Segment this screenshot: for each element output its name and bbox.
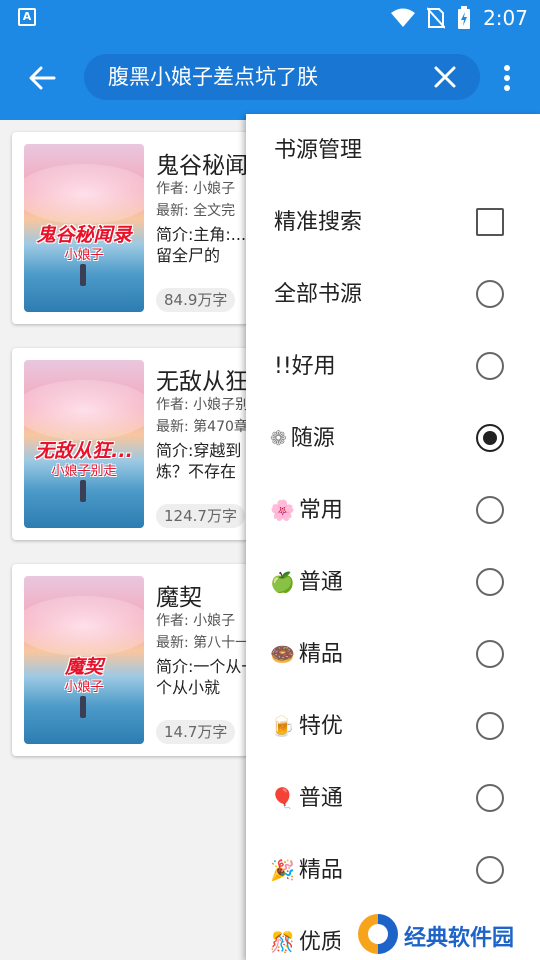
menu-item-label: 🍩 精品 (270, 642, 343, 667)
menu-item-label: 全部书源 (274, 282, 363, 307)
blossom-icon: 🌸 (270, 498, 295, 522)
radio-button[interactable] (476, 280, 504, 308)
site-watermark: 经典软件园 (340, 910, 540, 960)
menu-item-group-putong[interactable]: 🍏 普通 (246, 546, 540, 618)
word-count-badge: 124.7万字 (156, 504, 245, 528)
status-bar: A 2:07 (0, 0, 540, 36)
watermark-logo-icon (358, 914, 398, 954)
menu-item-group-haoyong[interactable]: !!好用 (246, 330, 540, 402)
confetti-ball-icon: 🎊 (270, 930, 295, 954)
menu-item-label: 🌸 常用 (270, 498, 343, 523)
book-author: 作者: 小娘子别 (156, 397, 250, 413)
no-sim-icon (427, 7, 446, 29)
overflow-menu: 书源管理 精准搜索 全部书源 !!好用 ❁ 随源 🌸 常用 🍏 普通 🍩 精品 🍺 特优 … (246, 114, 540, 960)
menu-item-group-suiyuan[interactable]: ❁ 随源 (246, 402, 540, 474)
more-vert-icon (504, 65, 510, 91)
book-latest-chapter: 最新: 第八十一 (156, 635, 250, 651)
radio-button[interactable] (476, 856, 504, 884)
word-count-badge: 84.9万字 (156, 288, 236, 312)
menu-item-label: 精准搜索 (274, 210, 363, 235)
menu-item-label: 🍺 特优 (270, 714, 343, 739)
green-apple-icon: 🍏 (270, 570, 295, 594)
radio-button[interactable] (476, 640, 504, 668)
menu-item-label: !!好用 (274, 354, 336, 379)
search-app-bar: 腹黑小娘子差点坑了朕 (0, 36, 540, 120)
menu-item-group-changyong[interactable]: 🌸 常用 (246, 474, 540, 546)
menu-item-label: 🎊 优质 (270, 930, 343, 955)
donut-icon: 🍩 (270, 642, 295, 666)
party-popper-icon: 🎉 (270, 858, 295, 882)
close-icon (434, 66, 456, 88)
radio-button[interactable] (476, 352, 504, 380)
back-button[interactable] (24, 60, 60, 96)
search-input[interactable]: 腹黑小娘子差点坑了朕 (84, 54, 480, 100)
menu-item-group-putong-2[interactable]: 🎈 普通 (246, 762, 540, 834)
book-title: 无敌从狂 (156, 369, 248, 395)
menu-item-label: 🍏 普通 (270, 570, 343, 595)
menu-item-label: 🎉 精品 (270, 858, 343, 883)
menu-item-group-jingpin-2[interactable]: 🎉 精品 (246, 834, 540, 906)
book-cover: 无敌从狂... 小娘子别走 (24, 360, 144, 528)
menu-item-source-manage[interactable]: 书源管理 (246, 114, 540, 186)
menu-item-all-sources[interactable]: 全部书源 (246, 258, 540, 330)
menu-item-group-jingpin[interactable]: 🍩 精品 (246, 618, 540, 690)
cover-author: 小娘子别走 (51, 464, 117, 479)
book-title: 鬼谷秘闻 (156, 153, 248, 179)
radio-button[interactable] (476, 712, 504, 740)
balloon-icon: 🎈 (270, 786, 295, 810)
beer-icon: 🍺 (270, 714, 295, 738)
more-options-button[interactable] (492, 60, 522, 96)
radio-button[interactable] (476, 568, 504, 596)
flower-outline-icon: ❁ (270, 426, 287, 450)
wifi-icon (391, 8, 416, 27)
precise-search-checkbox[interactable] (476, 208, 504, 236)
cover-title: 无敌从狂... (35, 440, 133, 462)
cover-author: 小娘子 (64, 680, 104, 695)
book-title: 魔契 (156, 585, 202, 611)
arrow-left-icon (29, 66, 56, 90)
menu-item-label: ❁ 随源 (270, 426, 335, 451)
menu-item-label: 🎈 普通 (270, 786, 343, 811)
radio-button[interactable] (476, 496, 504, 524)
radio-button[interactable] (476, 784, 504, 812)
watermark-text: 经典软件园 (404, 926, 515, 951)
book-latest-chapter: 最新: 第470章 (156, 419, 248, 435)
menu-item-precise-search[interactable]: 精准搜索 (246, 186, 540, 258)
menu-item-label: 书源管理 (274, 138, 363, 163)
menu-item-group-teyou[interactable]: 🍺 特优 (246, 690, 540, 762)
cover-title: 鬼谷秘闻录 (36, 224, 132, 246)
clear-search-button[interactable] (430, 62, 460, 92)
cover-title: 魔契 (64, 656, 103, 678)
book-cover: 鬼谷秘闻录 小娘子 (24, 144, 144, 312)
cover-author: 小娘子 (64, 248, 104, 263)
status-icons: 2:07 (391, 6, 528, 30)
book-author: 作者: 小娘子 (156, 181, 236, 197)
battery-charging-icon (458, 6, 471, 29)
search-query-text[interactable]: 腹黑小娘子差点坑了朕 (108, 54, 318, 100)
radio-button-checked[interactable] (476, 424, 504, 452)
clock: 2:07 (483, 6, 528, 30)
app-notification-icon: A (18, 8, 36, 26)
book-author: 作者: 小娘子 (156, 613, 236, 629)
book-latest-chapter: 最新: 全文完 (156, 203, 236, 219)
book-cover: 魔契 小娘子 (24, 576, 144, 744)
word-count-badge: 14.7万字 (156, 720, 236, 744)
